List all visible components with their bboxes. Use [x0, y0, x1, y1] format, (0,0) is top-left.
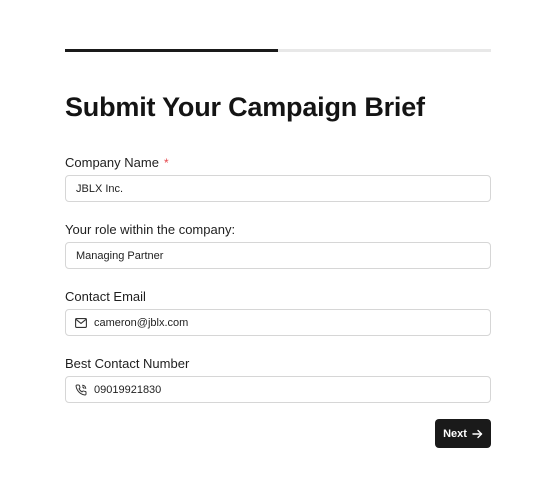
role-field[interactable] [65, 242, 491, 269]
contact-number-field[interactable] [65, 376, 491, 403]
contact-email-field[interactable] [65, 309, 491, 336]
company-name-field[interactable] [65, 175, 491, 202]
progress-bar-fill [65, 49, 278, 52]
next-button-label: Next [443, 427, 467, 440]
page-title: Submit Your Campaign Brief [65, 92, 425, 122]
role-label: Your role within the company: [65, 222, 236, 237]
company-name-input[interactable] [66, 176, 490, 201]
company-name-label: Company Name * [65, 155, 169, 170]
role-input[interactable] [66, 243, 490, 268]
company-name-label-text: Company Name [65, 155, 159, 170]
progress-bar [65, 49, 491, 52]
required-asterisk: * [163, 156, 169, 170]
contact-email-input[interactable] [94, 310, 490, 335]
next-button[interactable]: Next [435, 419, 491, 448]
phone-icon [73, 382, 89, 398]
campaign-brief-form-page: Submit Your Campaign Brief Company Name *… [0, 0, 550, 500]
contact-number-input[interactable] [94, 377, 490, 402]
mail-icon [73, 315, 89, 331]
contact-email-label: Contact Email [65, 289, 146, 304]
contact-number-label: Best Contact Number [65, 356, 190, 371]
arrow-right-icon [472, 429, 483, 439]
